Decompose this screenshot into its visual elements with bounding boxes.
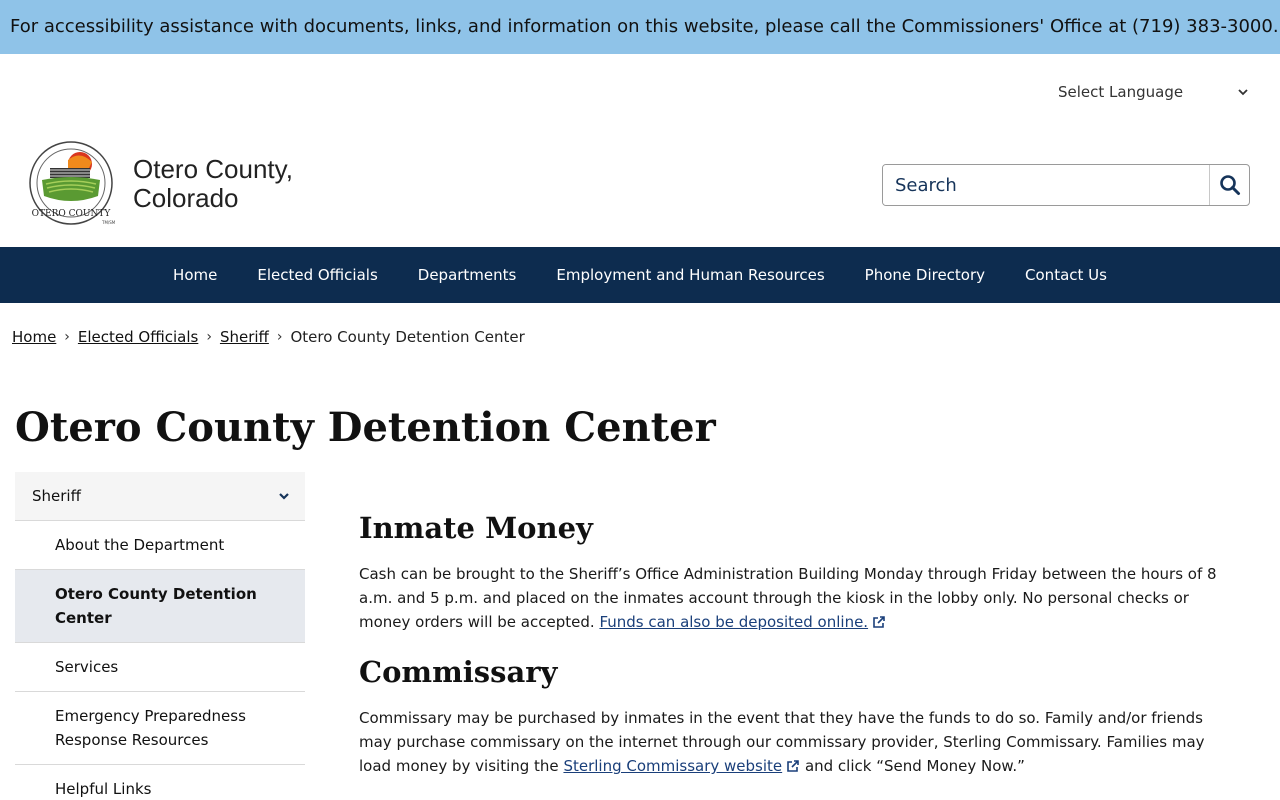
county-logo[interactable]: OTERO COUNTY TM/SM xyxy=(28,140,116,228)
commissary-heading: Commissary xyxy=(359,655,558,689)
deposit-online-link-label: Funds can also be deposited online. xyxy=(599,613,869,631)
nav-contact-us[interactable]: Contact Us xyxy=(1005,247,1127,303)
external-link-icon xyxy=(873,616,885,628)
accessibility-alert-text: For accessibility assistance with docume… xyxy=(10,16,1279,37)
sidebar-heading-label: Sheriff xyxy=(32,487,81,505)
search-icon xyxy=(1219,175,1240,195)
sidebar-item-detention-center[interactable]: Otero County Detention Center xyxy=(15,570,305,643)
main-navigation: Home Elected Officials Departments Emplo… xyxy=(0,247,1280,303)
county-seal-icon: OTERO COUNTY TM/SM xyxy=(29,141,116,225)
sidebar-item-emergency-preparedness[interactable]: Emergency Preparedness Response Resource… xyxy=(15,692,305,765)
accessibility-alert-bar: For accessibility assistance with docume… xyxy=(0,0,1280,54)
site-name[interactable]: Otero County, Colorado xyxy=(133,155,293,213)
language-select-label: Select Language xyxy=(1058,83,1184,101)
nav-phone-directory[interactable]: Phone Directory xyxy=(845,247,1005,303)
breadcrumb-sheriff[interactable]: Sheriff xyxy=(220,328,269,346)
search-input[interactable] xyxy=(883,165,1209,205)
inmate-money-heading: Inmate Money xyxy=(359,511,593,545)
main-content: Inmate Money Cash can be brought to the … xyxy=(359,508,1239,796)
search-button[interactable] xyxy=(1209,165,1249,205)
deposit-online-link[interactable]: Funds can also be deposited online. xyxy=(599,613,886,631)
nav-employment-hr[interactable]: Employment and Human Resources xyxy=(536,247,844,303)
commissary-paragraph: Commissary may be purchased by inmates i… xyxy=(359,706,1239,778)
sterling-commissary-link-label: Sterling Commissary website xyxy=(563,757,783,775)
nav-home[interactable]: Home xyxy=(153,247,237,303)
breadcrumb-separator: › xyxy=(276,329,283,345)
nav-departments[interactable]: Departments xyxy=(398,247,537,303)
logo-text: OTERO COUNTY xyxy=(32,209,112,219)
search-box xyxy=(882,164,1250,206)
sidebar-heading[interactable]: Sheriff xyxy=(15,472,305,521)
language-select[interactable]: Select Language xyxy=(1058,80,1250,104)
chevron-down-icon xyxy=(1238,89,1248,96)
sidebar-item-about[interactable]: About the Department xyxy=(15,521,305,570)
breadcrumb-separator: › xyxy=(64,329,70,345)
commissary-text-after: and click “Send Money Now.” xyxy=(804,757,1025,775)
page-title: Otero County Detention Center xyxy=(15,404,716,451)
inmate-money-paragraph: Cash can be brought to the Sheriff’s Off… xyxy=(359,562,1239,634)
sterling-commissary-link[interactable]: Sterling Commissary website xyxy=(563,757,800,775)
external-link-icon xyxy=(787,760,799,772)
sidebar-navigation: Sheriff About the Department Otero Count… xyxy=(15,472,305,800)
site-name-line2: Colorado xyxy=(133,183,239,213)
breadcrumb-separator: › xyxy=(206,329,212,345)
sidebar-item-services[interactable]: Services xyxy=(15,643,305,692)
breadcrumb-home[interactable]: Home xyxy=(12,328,56,346)
chevron-down-icon[interactable] xyxy=(277,489,291,503)
nav-elected-officials[interactable]: Elected Officials xyxy=(237,247,397,303)
site-name-line1: Otero County, xyxy=(133,154,293,184)
breadcrumb: Home › Elected Officials › Sheriff › Ote… xyxy=(12,328,525,346)
breadcrumb-current: Otero County Detention Center xyxy=(290,328,525,346)
sidebar-item-helpful-links[interactable]: Helpful Links xyxy=(15,765,305,800)
logo-mark: TM/SM xyxy=(101,220,116,225)
breadcrumb-elected-officials[interactable]: Elected Officials xyxy=(78,328,198,346)
